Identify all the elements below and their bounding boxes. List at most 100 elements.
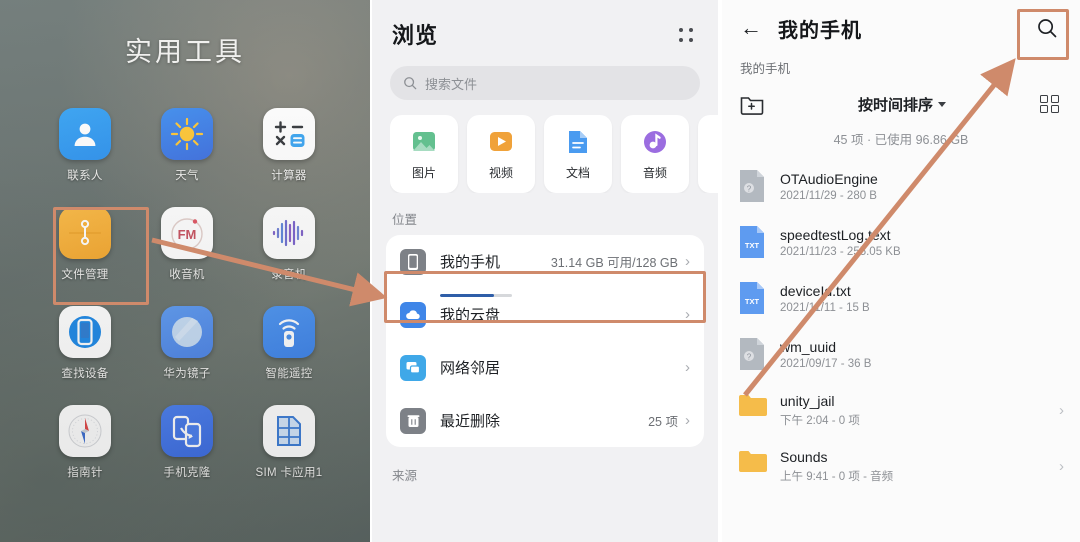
- trash-icon: [400, 407, 426, 434]
- location-row-my-phone[interactable]: 我的手机 31.14 GB 可用/128 GB ›: [386, 235, 704, 297]
- phone-title: 我的手机: [778, 19, 862, 42]
- app-phone-clone[interactable]: 手机克隆: [136, 405, 238, 480]
- app-label: 联系人: [67, 170, 103, 182]
- chevron-right-icon: ›: [1059, 457, 1064, 475]
- file-row[interactable]: TXT speedtestLog.text 2021/11/23 - 255.0…: [722, 214, 1080, 270]
- app-sim-card[interactable]: SIM 卡应用1: [238, 405, 340, 480]
- app-label: 文件管理: [61, 269, 109, 281]
- app-contacts[interactable]: 联系人: [34, 108, 136, 183]
- category-label: 视频: [488, 165, 513, 180]
- txt-file-icon: TXT: [738, 281, 766, 315]
- phone-clone-icon: [161, 405, 213, 457]
- file-name: Sounds: [780, 448, 828, 465]
- file-meta: 2021/09/17 - 36 B: [780, 357, 872, 370]
- folder-icon: [738, 449, 767, 483]
- item-count-summary: 45 项 · 已使用 96.86 GB: [833, 133, 969, 147]
- browse-title: 浏览: [392, 23, 439, 48]
- svg-text:?: ?: [747, 185, 752, 194]
- app-mirror[interactable]: 华为镜子: [136, 306, 238, 381]
- breadcrumb: 我的手机: [740, 62, 791, 76]
- my-phone-panel: ← 我的手机 我的手机 按时间排序 45 项 · 已使用 96.86 GB ? …: [722, 0, 1080, 542]
- app-sound-recorder[interactable]: 录音机: [238, 207, 340, 282]
- file-browse-panel: 浏览 搜索文件 图片 视频 文档 音频 位置 我的手机 31.14 GB 可用/…: [372, 0, 718, 542]
- file-row[interactable]: ? OTAudioEngine 2021/11/29 - 280 B: [722, 158, 1080, 214]
- unknown-file-icon: ?: [738, 169, 766, 203]
- chevron-right-icon: ›: [685, 306, 690, 323]
- back-arrow-icon[interactable]: ←: [740, 17, 762, 39]
- home-screen-panel: 实用工具 联系人 天气 计算器 文件管理 FM 收音机 录音机 查找设备 华为镜…: [0, 0, 370, 542]
- search-input[interactable]: 搜索文件: [390, 66, 700, 100]
- new-folder-icon[interactable]: [740, 93, 764, 115]
- category-label: 文档: [565, 165, 590, 180]
- phone-icon: [400, 248, 426, 275]
- app-file-manager[interactable]: 文件管理: [34, 207, 136, 282]
- location-name: 我的云盘: [440, 307, 501, 324]
- grid-dots-icon[interactable]: [676, 24, 698, 46]
- compass-icon: [59, 405, 111, 457]
- category-videos[interactable]: 视频: [467, 115, 535, 193]
- location-meta: 31.14 GB 可用/128 GB: [550, 256, 678, 270]
- location-row-network[interactable]: 网络邻居 ›: [386, 341, 704, 394]
- sound-recorder-icon: [263, 207, 315, 259]
- chevron-down-icon: [938, 101, 946, 107]
- browse-header: 浏览: [372, 0, 718, 50]
- svg-text:?: ?: [747, 353, 752, 362]
- video-icon: [487, 128, 515, 156]
- smart-remote-icon: [263, 306, 315, 358]
- search-icon: [404, 77, 417, 90]
- search-placeholder: 搜索文件: [425, 76, 478, 92]
- app-weather[interactable]: 天气: [136, 108, 238, 183]
- category-audio[interactable]: 音频: [621, 115, 689, 193]
- file-name: OTAudioEngine: [780, 170, 878, 187]
- app-label: 录音机: [271, 269, 307, 281]
- location-row-my-cloud[interactable]: 我的云盘 ›: [386, 288, 704, 341]
- app-label: 收音机: [169, 269, 205, 281]
- category-more[interactable]: [698, 115, 718, 193]
- app-grid: 联系人 天气 计算器 文件管理 FM 收音机 录音机 查找设备 华为镜子 智能遥…: [34, 108, 340, 480]
- app-label: 查找设备: [61, 368, 109, 380]
- file-name: wm_uuid: [780, 338, 837, 355]
- category-images[interactable]: 图片: [390, 115, 458, 193]
- file-row[interactable]: TXT deviceId.txt 2021/11/11 - 15 B: [722, 270, 1080, 326]
- svg-text:FM: FM: [178, 227, 197, 242]
- app-compass[interactable]: 指南针: [34, 405, 136, 480]
- toolbar: 按时间排序: [722, 81, 1080, 127]
- category-label: 音频: [642, 165, 667, 180]
- app-fm-radio[interactable]: FM 收音机: [136, 207, 238, 282]
- screenshot-root: 实用工具 联系人 天气 计算器 文件管理 FM 收音机 录音机 查找设备 华为镜…: [0, 0, 1080, 542]
- file-name: unity_jail: [780, 392, 835, 409]
- txt-file-icon: TXT: [738, 225, 766, 259]
- file-row[interactable]: Sounds 上午 9:41 - 0 项 - 音频 ›: [722, 438, 1080, 494]
- location-name: 最近删除: [440, 413, 501, 430]
- file-meta: 下午 2:04 - 0 项: [780, 414, 860, 427]
- app-label: 手机克隆: [163, 467, 211, 479]
- app-smart-remote[interactable]: 智能遥控: [238, 306, 340, 381]
- file-row[interactable]: ? wm_uuid 2021/09/17 - 36 B: [722, 326, 1080, 382]
- chevron-right-icon: ›: [685, 359, 690, 376]
- grid-view-icon[interactable]: [1039, 93, 1062, 115]
- category-documents[interactable]: 文档: [544, 115, 612, 193]
- svg-text:TXT: TXT: [745, 297, 760, 306]
- document-icon: [564, 128, 592, 156]
- sort-selector[interactable]: 按时间排序: [858, 94, 946, 115]
- location-name: 网络邻居: [440, 360, 501, 377]
- file-row[interactable]: unity_jail 下午 2:04 - 0 项 ›: [722, 382, 1080, 438]
- chevron-right-icon: ›: [1059, 401, 1064, 419]
- phone-header: ← 我的手机: [722, 0, 1080, 56]
- section-label-location: 位置: [392, 213, 418, 227]
- app-calculator[interactable]: 计算器: [238, 108, 340, 183]
- section-label-source: 来源: [392, 469, 418, 483]
- chevron-right-icon: ›: [685, 253, 690, 270]
- search-icon: [1038, 19, 1057, 38]
- search-button[interactable]: [1032, 13, 1062, 43]
- app-find-device[interactable]: 查找设备: [34, 306, 136, 381]
- image-icon: [410, 128, 438, 156]
- unknown-file-icon: ?: [738, 337, 766, 371]
- sim-card-icon: [263, 405, 315, 457]
- file-meta: 2021/11/11 - 15 B: [780, 301, 870, 314]
- app-label: SIM 卡应用1: [255, 467, 323, 479]
- location-row-recently-deleted[interactable]: 最近删除 25 项 ›: [386, 394, 704, 447]
- page-title: 实用工具: [125, 37, 245, 67]
- file-name: speedtestLog.text: [780, 226, 891, 243]
- app-label: 华为镜子: [163, 368, 211, 380]
